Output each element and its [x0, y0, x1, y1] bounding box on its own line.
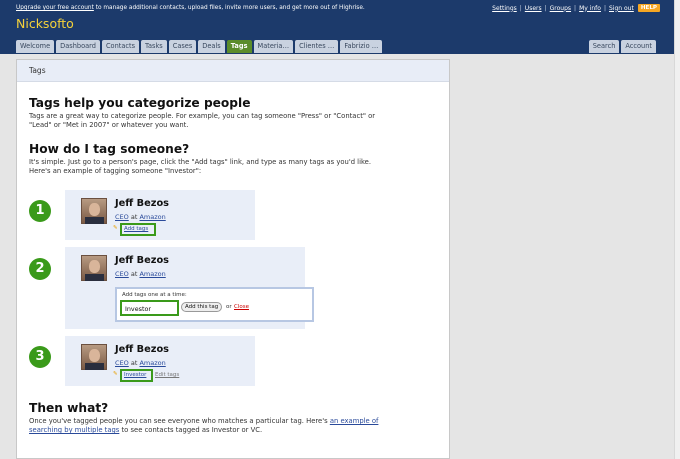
groups-link[interactable]: Groups	[550, 5, 571, 12]
settings-link[interactable]: Settings	[492, 5, 517, 12]
upgrade-text: to manage additional contacts, upload fi…	[93, 5, 365, 11]
person-title: CEO at Amazon	[115, 359, 166, 367]
tab-account[interactable]: Account	[621, 40, 656, 53]
how-line-2: Here's an example of tagging someone "In…	[29, 167, 202, 175]
tag-icon: ✎	[113, 225, 118, 231]
tab-contacts[interactable]: Contacts	[101, 40, 140, 53]
investor-tag-link[interactable]: Investor	[124, 372, 146, 378]
company-link[interactable]: Amazon	[139, 213, 165, 221]
panel-header: Tags	[17, 60, 449, 82]
or-text: or	[226, 304, 232, 310]
step-2-example: Jeff Bezos CEO at Amazon Add tags one at…	[65, 247, 314, 329]
avatar	[81, 198, 107, 224]
then-heading: Then what?	[29, 401, 109, 415]
upgrade-link[interactable]: Upgrade your free account	[16, 5, 94, 11]
upgrade-notice: Upgrade your free account to manage addi…	[16, 5, 365, 11]
how-line-1: It's simple. Just go to a person's page,…	[29, 158, 371, 166]
then-line-2: searching by multiple tags to see contac…	[29, 426, 263, 434]
step-1-example: Jeff Bezos CEO at Amazon ✎ Add tags	[65, 190, 255, 240]
person-name: Jeff Bezos	[115, 344, 170, 355]
step-1-badge: 1	[29, 200, 51, 222]
account-name: Nicksofto	[16, 16, 74, 31]
tab-dashboard[interactable]: Dashboard	[56, 40, 100, 53]
title-link[interactable]: CEO	[115, 270, 129, 278]
how-heading: How do I tag someone?	[29, 142, 190, 156]
tag-input-value: Investor	[125, 305, 152, 313]
person-title: CEO at Amazon	[115, 270, 166, 278]
tag-input[interactable]: Investor	[120, 300, 179, 316]
tab-materia[interactable]: Materia…	[253, 40, 294, 53]
then-line-1: Once you've tagged people you can see ev…	[29, 417, 379, 425]
top-bar: Upgrade your free account to manage addi…	[0, 0, 680, 54]
page-scrollbar[interactable]	[674, 0, 680, 459]
step-3-badge: 3	[29, 346, 51, 368]
person-name: Jeff Bezos	[115, 198, 170, 209]
tab-clientes[interactable]: Clientes …	[295, 40, 339, 53]
tab-fabrizio[interactable]: Fabrizio …	[340, 40, 383, 53]
add-tags-link[interactable]: Add tags	[124, 226, 148, 232]
tab-cases[interactable]: Cases	[168, 40, 197, 53]
title-link[interactable]: CEO	[115, 213, 129, 221]
tag-icon: ✎	[113, 371, 118, 377]
company-link[interactable]: Amazon	[139, 270, 165, 278]
step-2-badge: 2	[29, 258, 51, 280]
top-links: Settings | Users | Groups | My info | Sign o…	[492, 4, 660, 12]
tags-panel: Tags Tags help you categorize people Tag…	[16, 59, 450, 459]
sign-out-link[interactable]: Sign out	[609, 5, 634, 12]
tab-welcome[interactable]: Welcome	[16, 40, 55, 53]
right-tabs: Search Account	[588, 40, 658, 53]
add-tags-form: Add tags one at a time: Investor Add thi…	[115, 287, 314, 322]
step-3-example: Jeff Bezos CEO at Amazon ✎ Investor Edit…	[65, 336, 255, 386]
close-link[interactable]: Close	[234, 304, 249, 310]
tab-deals[interactable]: Deals	[198, 40, 225, 53]
intro-line-1: Tags are a great way to categorize peopl…	[29, 112, 376, 120]
main-tabs: Welcome Dashboard Contacts Tasks Cases D…	[16, 40, 384, 53]
page-heading: Tags help you categorize people	[29, 96, 251, 110]
example-link-2[interactable]: searching by multiple tags	[29, 426, 119, 434]
title-link[interactable]: CEO	[115, 359, 129, 367]
person-title: CEO at Amazon	[115, 213, 166, 221]
my-info-link[interactable]: My info	[579, 5, 601, 12]
intro-line-2: "Lead" or "Met in 2007" or whatever you …	[29, 121, 189, 129]
company-link[interactable]: Amazon	[139, 359, 165, 367]
panel-title: Tags	[29, 66, 46, 75]
example-link-1[interactable]: an example of	[330, 417, 379, 425]
person-name: Jeff Bezos	[115, 255, 170, 266]
tab-tags[interactable]: Tags	[226, 40, 252, 53]
avatar	[81, 255, 107, 281]
tab-tasks[interactable]: Tasks	[141, 40, 167, 53]
edit-tags-link[interactable]: Edit tags	[155, 372, 179, 378]
add-tags-prompt: Add tags one at a time:	[122, 292, 187, 298]
avatar	[81, 344, 107, 370]
add-this-tag-button[interactable]: Add this tag	[181, 302, 223, 312]
help-button[interactable]: HELP	[637, 4, 660, 12]
users-link[interactable]: Users	[525, 5, 542, 12]
tab-search[interactable]: Search	[588, 40, 620, 53]
